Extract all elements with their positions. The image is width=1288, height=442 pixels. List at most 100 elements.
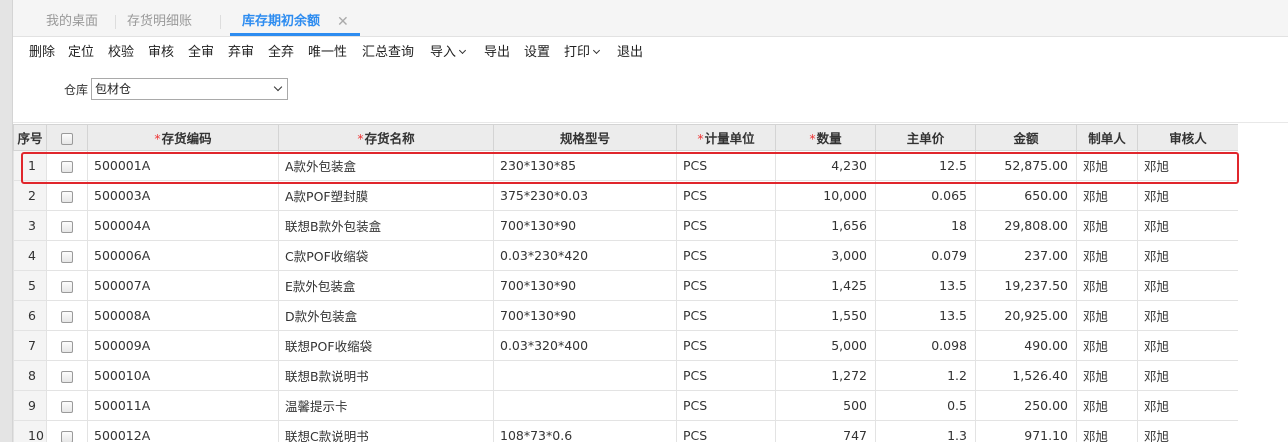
validate-button[interactable]: 校验 bbox=[108, 44, 134, 62]
cell-maker[interactable]: 邓旭 bbox=[1076, 150, 1138, 181]
cell-name[interactable]: D款外包装盒 bbox=[278, 300, 494, 331]
col-header-qty[interactable]: *数量 bbox=[775, 124, 876, 151]
col-header-code[interactable]: *存货编码 bbox=[87, 124, 279, 151]
cell-auditor[interactable]: 邓旭 bbox=[1137, 420, 1239, 442]
cell-maker[interactable]: 邓旭 bbox=[1076, 330, 1138, 361]
cell-qty[interactable]: 3,000 bbox=[775, 240, 876, 271]
cell-spec[interactable]: 700*130*90 bbox=[493, 300, 677, 331]
row-checkbox-cell[interactable] bbox=[46, 150, 88, 181]
col-header-amount[interactable]: 金额 bbox=[975, 124, 1077, 151]
row-checkbox[interactable] bbox=[61, 340, 73, 353]
cell-qty[interactable]: 747 bbox=[775, 420, 876, 442]
table-row[interactable]: 1 500001A A款外包装盒 230*130*85 PCS 4,230 12.5 52,8… bbox=[13, 150, 1239, 181]
cell-qty[interactable]: 1,272 bbox=[775, 360, 876, 391]
cell-maker[interactable]: 邓旭 bbox=[1076, 390, 1138, 421]
cell-maker[interactable]: 邓旭 bbox=[1076, 270, 1138, 301]
export-button[interactable]: 导出 bbox=[484, 44, 510, 62]
row-checkbox[interactable] bbox=[61, 310, 73, 323]
table-row[interactable]: 2 500003A A款POF塑封膜 375*230*0.03 PCS 10,000 0.0… bbox=[13, 180, 1239, 211]
cell-auditor[interactable]: 邓旭 bbox=[1137, 270, 1239, 301]
cell-code[interactable]: 500006A bbox=[87, 240, 279, 271]
cell-maker[interactable]: 邓旭 bbox=[1076, 210, 1138, 241]
cell-auditor[interactable]: 邓旭 bbox=[1137, 150, 1239, 181]
cell-auditor[interactable]: 邓旭 bbox=[1137, 240, 1239, 271]
cell-code[interactable]: 500012A bbox=[87, 420, 279, 442]
cell-amount[interactable]: 1,526.40 bbox=[975, 360, 1077, 391]
cell-spec[interactable]: 700*130*90 bbox=[493, 210, 677, 241]
cell-unit[interactable]: PCS bbox=[676, 270, 776, 301]
cell-price[interactable]: 13.5 bbox=[875, 300, 976, 331]
cell-auditor[interactable]: 邓旭 bbox=[1137, 330, 1239, 361]
table-row[interactable]: 3 500004A 联想B款外包装盒 700*130*90 PCS 1,656 18 29,8… bbox=[13, 210, 1239, 241]
cell-amount[interactable]: 20,925.00 bbox=[975, 300, 1077, 331]
cell-spec[interactable] bbox=[493, 390, 677, 421]
cell-unit[interactable]: PCS bbox=[676, 240, 776, 271]
cell-unit[interactable]: PCS bbox=[676, 210, 776, 241]
cell-unit[interactable]: PCS bbox=[676, 300, 776, 331]
locate-button[interactable]: 定位 bbox=[68, 44, 94, 62]
row-checkbox-cell[interactable] bbox=[46, 240, 88, 271]
cell-name[interactable]: 联想C款说明书 bbox=[278, 420, 494, 442]
table-row[interactable]: 10 500012A 联想C款说明书 108*73*0.6 PCS 747 1.3 971.1… bbox=[13, 420, 1239, 442]
row-checkbox[interactable] bbox=[61, 430, 73, 442]
cell-qty[interactable]: 10,000 bbox=[775, 180, 876, 211]
table-row[interactable]: 6 500008A D款外包装盒 700*130*90 PCS 1,550 13.5 20,9… bbox=[13, 300, 1239, 331]
settings-button[interactable]: 设置 bbox=[524, 44, 550, 62]
cell-spec[interactable]: 375*230*0.03 bbox=[493, 180, 677, 211]
table-row[interactable]: 4 500006A C款POF收缩袋 0.03*230*420 PCS 3,000 0.07… bbox=[13, 240, 1239, 271]
cell-price[interactable]: 0.065 bbox=[875, 180, 976, 211]
cell-amount[interactable]: 52,875.00 bbox=[975, 150, 1077, 181]
col-header-price[interactable]: 主单价 bbox=[875, 124, 976, 151]
cell-spec[interactable]: 0.03*320*400 bbox=[493, 330, 677, 361]
cell-price[interactable]: 1.2 bbox=[875, 360, 976, 391]
tab-my-desktop[interactable]: 我的桌面 bbox=[46, 11, 98, 33]
cell-code[interactable]: 500011A bbox=[87, 390, 279, 421]
cell-maker[interactable]: 邓旭 bbox=[1076, 240, 1138, 271]
row-checkbox[interactable] bbox=[61, 160, 73, 173]
cell-price[interactable]: 18 bbox=[875, 210, 976, 241]
cell-amount[interactable]: 250.00 bbox=[975, 390, 1077, 421]
cell-price[interactable]: 1.3 bbox=[875, 420, 976, 442]
cell-qty[interactable]: 4,230 bbox=[775, 150, 876, 181]
row-checkbox-cell[interactable] bbox=[46, 210, 88, 241]
cell-maker[interactable]: 邓旭 bbox=[1076, 360, 1138, 391]
cell-amount[interactable]: 237.00 bbox=[975, 240, 1077, 271]
cell-qty[interactable]: 1,656 bbox=[775, 210, 876, 241]
cell-qty[interactable]: 5,000 bbox=[775, 330, 876, 361]
cell-amount[interactable]: 650.00 bbox=[975, 180, 1077, 211]
row-checkbox-cell[interactable] bbox=[46, 300, 88, 331]
cell-spec[interactable] bbox=[493, 360, 677, 391]
cell-qty[interactable]: 500 bbox=[775, 390, 876, 421]
tab-inventory-opening-balance[interactable]: 库存期初余额 bbox=[242, 11, 320, 33]
unaudit-all-button[interactable]: 全弃 bbox=[268, 44, 294, 62]
cell-maker[interactable]: 邓旭 bbox=[1076, 180, 1138, 211]
select-all-checkbox[interactable] bbox=[61, 132, 73, 145]
table-row[interactable]: 7 500009A 联想POF收缩袋 0.03*320*400 PCS 5,000 0.09… bbox=[13, 330, 1239, 361]
cell-name[interactable]: A款外包装盒 bbox=[278, 150, 494, 181]
cell-name[interactable]: 联想POF收缩袋 bbox=[278, 330, 494, 361]
uniqueness-button[interactable]: 唯一性 bbox=[308, 44, 347, 62]
col-header-maker[interactable]: 制单人 bbox=[1076, 124, 1138, 151]
cell-code[interactable]: 500007A bbox=[87, 270, 279, 301]
tab-inventory-detail-ledger[interactable]: 存货明细账 bbox=[127, 11, 192, 33]
col-header-unit[interactable]: *计量单位 bbox=[676, 124, 776, 151]
table-row[interactable]: 8 500010A 联想B款说明书 PCS 1,272 1.2 1,526.40 邓旭 邓旭 bbox=[13, 360, 1239, 391]
cell-unit[interactable]: PCS bbox=[676, 330, 776, 361]
row-checkbox-cell[interactable] bbox=[46, 180, 88, 211]
row-checkbox-cell[interactable] bbox=[46, 360, 88, 391]
cell-price[interactable]: 13.5 bbox=[875, 270, 976, 301]
cell-auditor[interactable]: 邓旭 bbox=[1137, 210, 1239, 241]
cell-name[interactable]: 联想B款外包装盒 bbox=[278, 210, 494, 241]
cell-price[interactable]: 12.5 bbox=[875, 150, 976, 181]
cell-auditor[interactable]: 邓旭 bbox=[1137, 390, 1239, 421]
unaudit-button[interactable]: 弃审 bbox=[228, 44, 254, 62]
cell-unit[interactable]: PCS bbox=[676, 360, 776, 391]
cell-name[interactable]: 联想B款说明书 bbox=[278, 360, 494, 391]
cell-maker[interactable]: 邓旭 bbox=[1076, 420, 1138, 442]
cell-code[interactable]: 500003A bbox=[87, 180, 279, 211]
cell-auditor[interactable]: 邓旭 bbox=[1137, 360, 1239, 391]
cell-price[interactable]: 0.079 bbox=[875, 240, 976, 271]
warehouse-select[interactable]: 包材仓 bbox=[91, 78, 288, 100]
cell-name[interactable]: 温馨提示卡 bbox=[278, 390, 494, 421]
cell-spec[interactable]: 700*130*90 bbox=[493, 270, 677, 301]
